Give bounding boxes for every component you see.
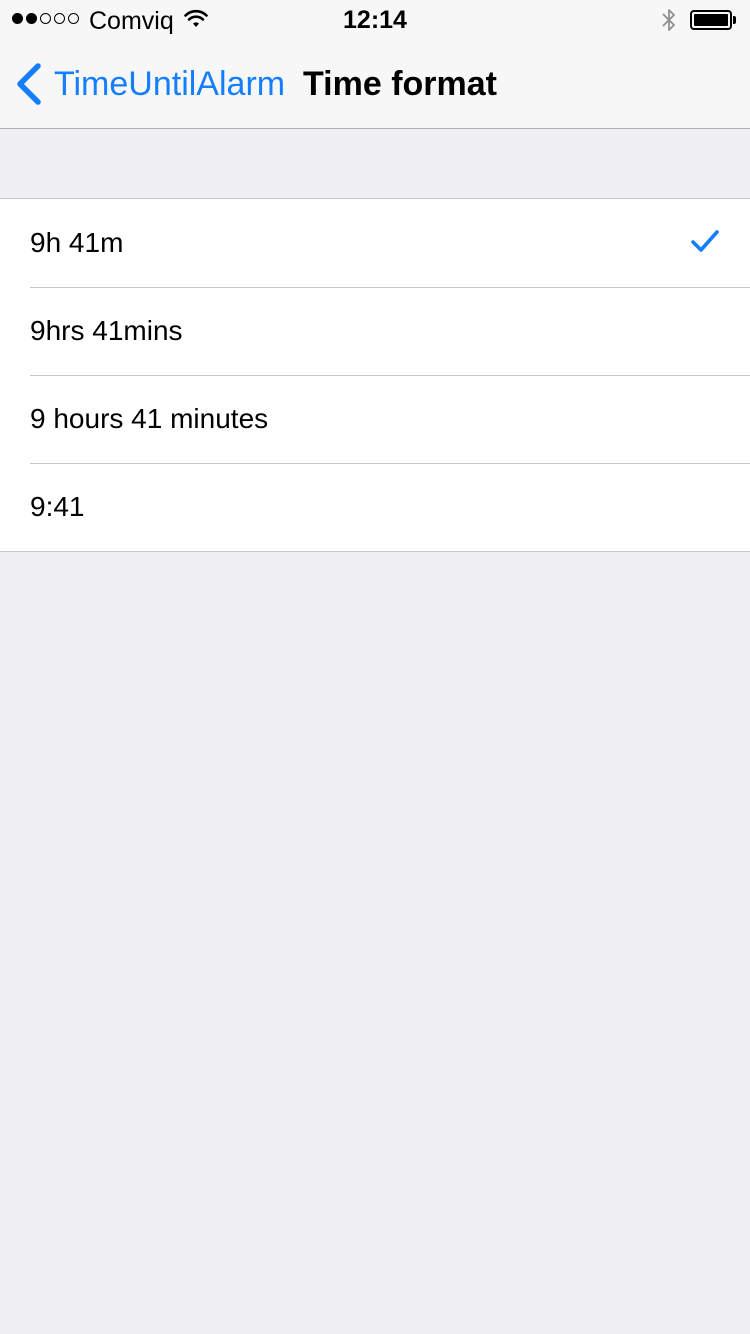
battery-fill [694, 14, 728, 26]
bluetooth-icon [662, 9, 675, 31]
battery-icon [690, 10, 736, 30]
option-label: 9 hours 41 minutes [30, 403, 269, 434]
chevron-left-icon [17, 63, 41, 105]
checkmark-icon [691, 230, 719, 252]
back-button-label: TimeUntilAlarm [54, 65, 286, 103]
option-label: 9h 41m [30, 227, 124, 258]
time-format-option[interactable]: 9h 41m [0, 199, 750, 287]
back-button[interactable]: TimeUntilAlarm [14, 40, 285, 128]
time-format-option[interactable]: 9:41 [0, 463, 750, 551]
time-format-options-list: 9h 41m 9hrs 41mins 9 hours 41 minutes 9:… [0, 198, 750, 552]
option-label: 9:41 [30, 491, 85, 522]
time-format-option[interactable]: 9 hours 41 minutes [0, 375, 750, 463]
status-time: 12:14 [343, 6, 407, 34]
page-title: Time format [303, 64, 497, 103]
status-bar: Comviq 12:14 [0, 0, 750, 40]
time-format-option[interactable]: 9hrs 41mins [0, 287, 750, 375]
option-label: 9hrs 41mins [30, 315, 183, 346]
navigation-bar: TimeUntilAlarm Time format [0, 40, 750, 129]
